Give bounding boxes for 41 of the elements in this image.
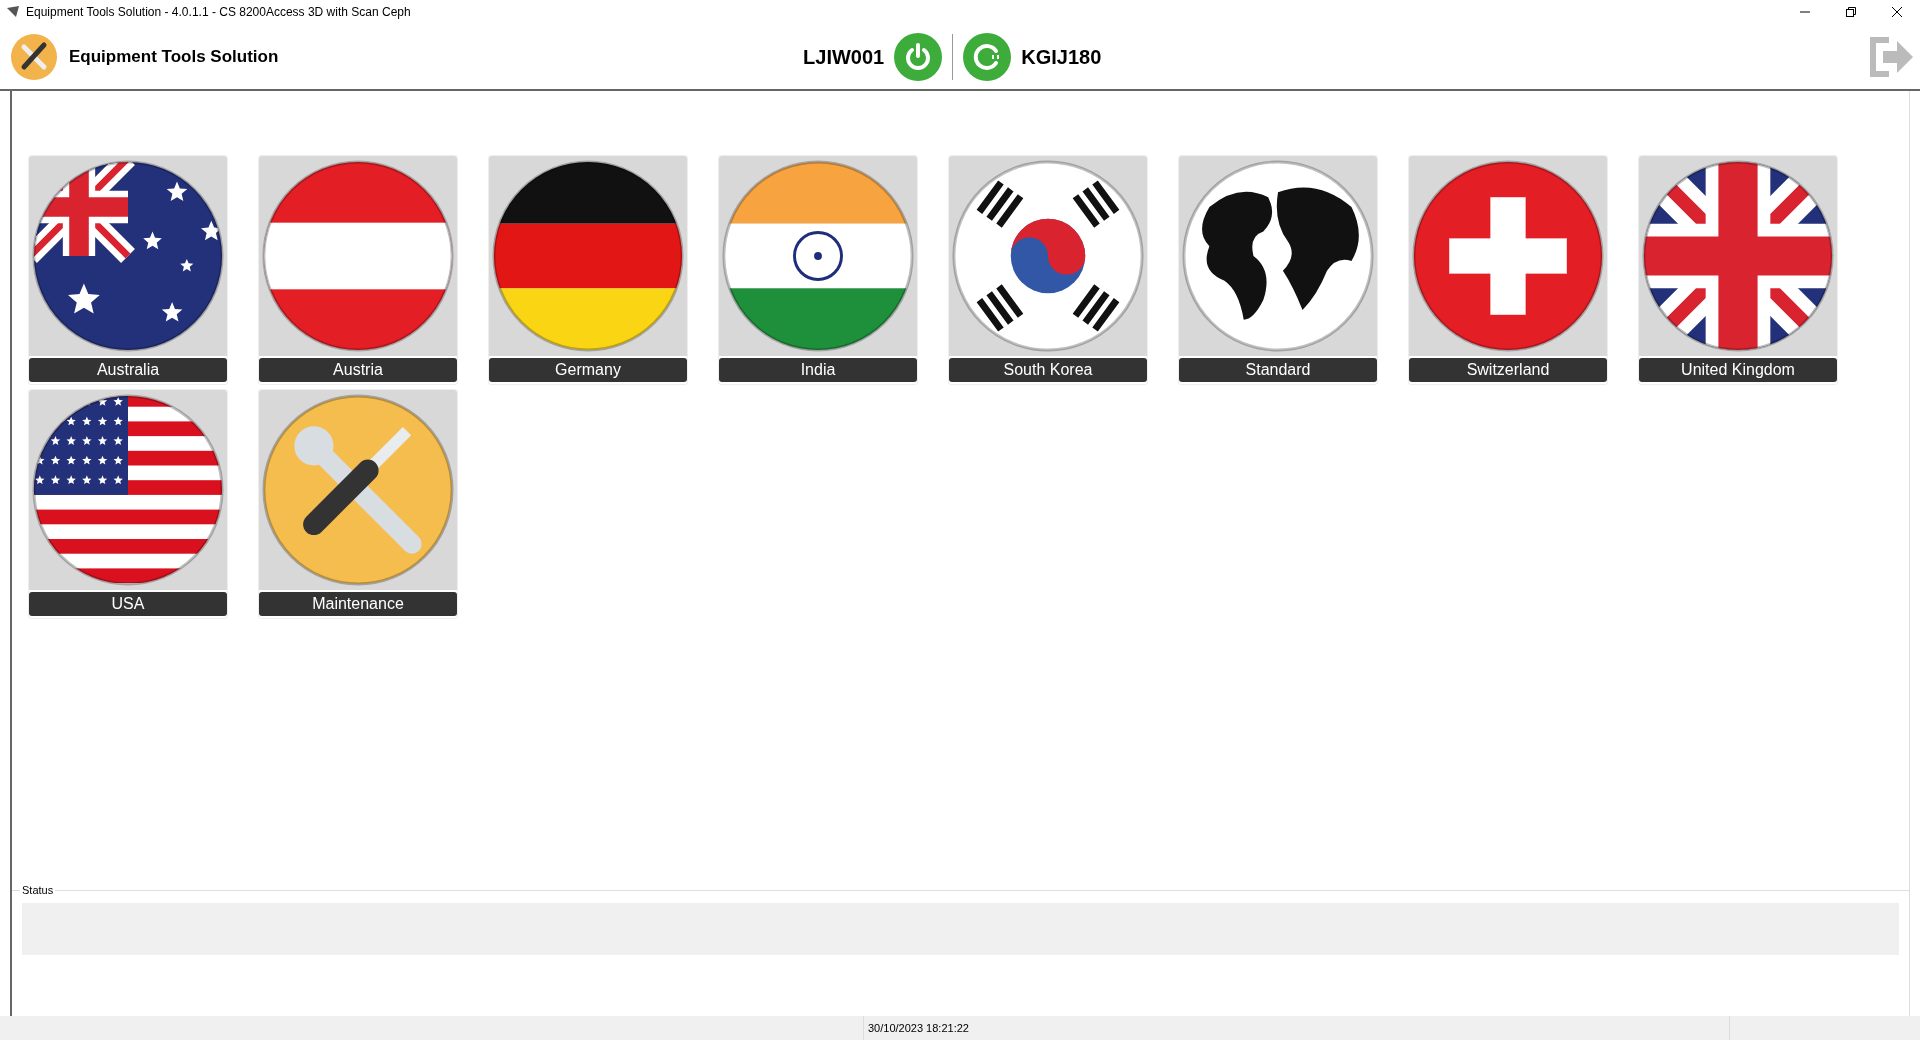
- tile-label: Austria: [259, 358, 457, 382]
- flag-icon: [1640, 158, 1836, 354]
- window-title: Equipment Tools Solution - 4.0.1.1 - CS 8200Access 3D with Scan Ceph: [26, 4, 411, 21]
- country-tile[interactable]: Australia: [28, 155, 228, 385]
- country-tile[interactable]: Austria: [258, 155, 458, 385]
- country-tile[interactable]: South Korea: [948, 155, 1148, 385]
- flag-icon: [30, 392, 226, 588]
- restore-icon: [1846, 7, 1856, 17]
- tile-label: South Korea: [949, 358, 1147, 382]
- app-name: Equipment Tools Solution: [69, 45, 279, 68]
- flag-icon: [30, 158, 226, 354]
- datetime: 30/10/2023 18:21:22: [868, 1020, 969, 1036]
- country-tile[interactable]: USA: [28, 389, 228, 619]
- exit-icon: [1867, 35, 1915, 78]
- device-id: LJIW001: [803, 44, 885, 70]
- station-id: KGIJ180: [1021, 44, 1102, 70]
- app-icon: [6, 5, 20, 19]
- tile-label: Switzerland: [1409, 358, 1607, 382]
- flag-icon: [720, 158, 916, 354]
- tile-label: Germany: [489, 358, 687, 382]
- tile-label: Maintenance: [259, 592, 457, 616]
- country-tile[interactable]: United Kingdom: [1638, 155, 1838, 385]
- tile-label: Standard: [1179, 358, 1377, 382]
- tile-label: USA: [29, 592, 227, 616]
- country-tile[interactable]: Standard: [1178, 155, 1378, 385]
- country-tile[interactable]: Switzerland: [1408, 155, 1608, 385]
- tools-logo-icon: [11, 33, 57, 80]
- flag-icon: [1410, 158, 1606, 354]
- country-tile[interactable]: Maintenance: [258, 389, 458, 619]
- flag-icon: [260, 158, 456, 354]
- country-tile[interactable]: Germany: [488, 155, 688, 385]
- country-tile[interactable]: India: [718, 155, 918, 385]
- close-icon: [1892, 7, 1902, 17]
- status-label: Status: [21, 883, 55, 898]
- tile-label: Australia: [29, 358, 227, 382]
- flag-icon: [950, 158, 1146, 354]
- tile-label: India: [719, 358, 917, 382]
- tile-label: United Kingdom: [1639, 358, 1837, 382]
- tools-icon: [260, 392, 456, 588]
- flag-icon: [490, 158, 686, 354]
- globe-icon: [1180, 158, 1376, 354]
